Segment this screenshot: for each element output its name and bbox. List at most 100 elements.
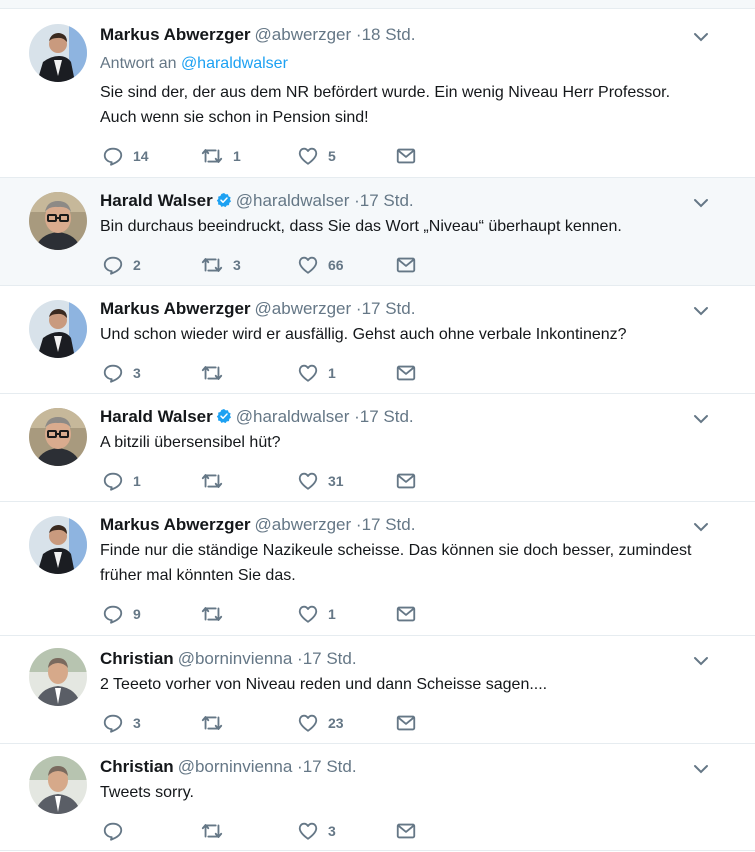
tweet-text-line: Und schon wieder wird er ausfällig. Gehs…: [100, 326, 627, 343]
tweet-time[interactable]: 17 Std.: [292, 757, 356, 776]
direct-message-button[interactable]: [395, 144, 417, 168]
author-handle[interactable]: @haraldwalser: [236, 407, 350, 426]
tweet[interactable]: Christian@borninvienna17 Std. 2 Teeeto v…: [0, 636, 755, 744]
author-handle[interactable]: @haraldwalser: [236, 191, 350, 210]
tweet-actions: 1 31: [100, 469, 430, 493]
like-count: 1: [328, 606, 336, 622]
reply-count: 3: [133, 715, 141, 731]
tweet[interactable]: Markus Abwerzger@abwerzger17 Std. Und sc…: [0, 286, 755, 394]
tweet-text: Tweets sorry.: [100, 780, 730, 805]
reply-button[interactable]: 3: [102, 711, 141, 735]
retweet-button[interactable]: [200, 469, 233, 493]
chevron-down-icon[interactable]: [690, 300, 712, 322]
reply-count: 1: [133, 473, 141, 489]
reply-icon: [103, 605, 123, 624]
author-handle[interactable]: @borninvienna: [178, 757, 293, 776]
author-handle[interactable]: @abwerzger: [255, 299, 352, 318]
author-name[interactable]: Christian: [100, 649, 174, 668]
like-button[interactable]: 1: [297, 361, 336, 385]
retweet-button[interactable]: [200, 361, 233, 385]
like-button[interactable]: 5: [297, 144, 336, 168]
like-button[interactable]: 1: [297, 602, 336, 626]
tweet-time[interactable]: 17 Std.: [349, 191, 413, 210]
author-name[interactable]: Markus Abwerzger: [100, 515, 251, 534]
author-handle[interactable]: @abwerzger: [255, 25, 352, 44]
tweet[interactable]: Harald Walser @haraldwalser17 Std. Bin du…: [0, 178, 755, 286]
author-handle[interactable]: @abwerzger: [255, 515, 352, 534]
tweet[interactable]: Markus Abwerzger@abwerzger18 Std. Antwor…: [0, 10, 755, 178]
tweet[interactable]: Christian@borninvienna17 Std. Tweets sor…: [0, 744, 755, 851]
reply-mention-link[interactable]: @haraldwalser: [181, 55, 288, 72]
retweet-button[interactable]: 1: [200, 144, 241, 168]
chevron-down-icon[interactable]: [690, 650, 712, 672]
like-button[interactable]: 31: [297, 469, 344, 493]
direct-message-button[interactable]: [395, 253, 417, 277]
avatar[interactable]: [29, 300, 87, 358]
direct-message-button[interactable]: [395, 361, 417, 385]
heart-icon: [298, 147, 318, 165]
direct-message-button[interactable]: [395, 602, 417, 626]
like-button[interactable]: 23: [297, 711, 344, 735]
avatar[interactable]: [29, 648, 87, 706]
avatar[interactable]: [29, 756, 87, 814]
retweet-icon: [201, 824, 223, 838]
retweet-button[interactable]: [200, 602, 233, 626]
tweet-time[interactable]: 17 Std.: [292, 649, 356, 668]
heart-icon: [298, 605, 318, 623]
tweet-text: Finde nur die ständige Nazikeule scheiss…: [100, 538, 730, 588]
chevron-down-icon[interactable]: [690, 408, 712, 430]
author-name[interactable]: Christian: [100, 757, 174, 776]
like-count: 31: [328, 473, 344, 489]
top-divider: [0, 0, 755, 9]
author-name[interactable]: Harald Walser: [100, 407, 213, 426]
avatar[interactable]: [29, 192, 87, 250]
retweet-count: 3: [233, 257, 241, 273]
tweet-time[interactable]: 17 Std.: [351, 299, 415, 318]
reply-button[interactable]: 2: [102, 253, 141, 277]
verified-badge-icon: [216, 409, 231, 424]
reply-count: 9: [133, 606, 141, 622]
author-handle[interactable]: @borninvienna: [178, 649, 293, 668]
avatar[interactable]: [29, 408, 87, 466]
reply-button[interactable]: 1: [102, 469, 141, 493]
envelope-icon: [396, 148, 416, 164]
reply-button[interactable]: [102, 819, 133, 843]
tweet-time[interactable]: 18 Std.: [351, 25, 415, 44]
like-button[interactable]: 66: [297, 253, 344, 277]
retweet-button[interactable]: [200, 819, 233, 843]
like-button[interactable]: 3: [297, 819, 336, 843]
direct-message-button[interactable]: [395, 819, 417, 843]
reply-to-line: Antwort an @haraldwalser: [100, 53, 288, 75]
avatar[interactable]: [29, 24, 87, 82]
avatar[interactable]: [29, 516, 87, 574]
tweet-text-line: Sie sind der, der aus dem NR befördert w…: [100, 84, 671, 101]
reply-icon: [103, 364, 123, 383]
reply-icon: [103, 822, 123, 841]
chevron-down-icon[interactable]: [690, 26, 712, 48]
heart-icon: [298, 822, 318, 840]
retweet-button[interactable]: [200, 711, 233, 735]
reply-count: 2: [133, 257, 141, 273]
chevron-down-icon[interactable]: [690, 192, 712, 214]
reply-button[interactable]: 3: [102, 361, 141, 385]
direct-message-button[interactable]: [395, 711, 417, 735]
retweet-button[interactable]: 3: [200, 253, 241, 277]
author-name[interactable]: Harald Walser: [100, 191, 213, 210]
direct-message-button[interactable]: [395, 469, 417, 493]
tweet-time[interactable]: 17 Std.: [351, 515, 415, 534]
reply-button[interactable]: 14: [102, 144, 149, 168]
reply-button[interactable]: 9: [102, 602, 141, 626]
tweet-text: A bitzili übersensibel hüt?: [100, 430, 730, 455]
like-count: 1: [328, 365, 336, 381]
tweet[interactable]: Markus Abwerzger@abwerzger17 Std. Finde …: [0, 502, 755, 636]
author-name[interactable]: Markus Abwerzger: [100, 25, 251, 44]
author-name[interactable]: Markus Abwerzger: [100, 299, 251, 318]
tweet-header: Markus Abwerzger@abwerzger18 Std.: [100, 24, 415, 46]
chevron-down-icon[interactable]: [690, 516, 712, 538]
tweet[interactable]: Harald Walser @haraldwalser17 Std. A bitz…: [0, 394, 755, 502]
chevron-down-icon[interactable]: [690, 758, 712, 780]
reply-icon: [103, 714, 123, 733]
tweet-text-line: A bitzili übersensibel hüt?: [100, 434, 281, 451]
tweet-actions: 9 1: [100, 602, 430, 626]
tweet-time[interactable]: 17 Std.: [349, 407, 413, 426]
